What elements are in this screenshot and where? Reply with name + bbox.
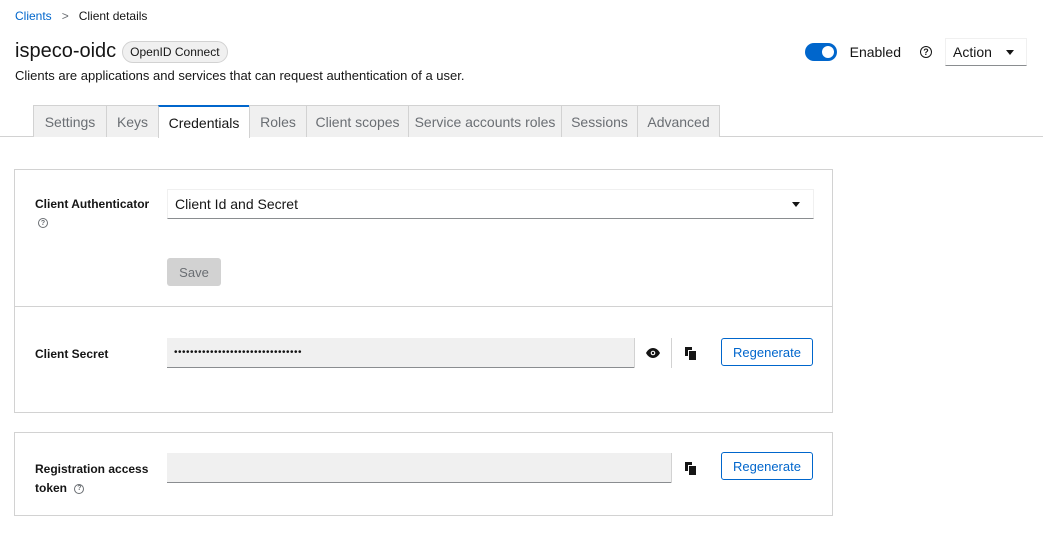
protocol-badge: OpenID Connect [122, 40, 228, 63]
copy-token-button[interactable] [671, 453, 708, 483]
help-icon[interactable]: ? [920, 46, 932, 58]
client-authenticator-label-text: Client Authenticator [35, 197, 150, 211]
tab-sessions[interactable]: Sessions [561, 105, 638, 137]
client-authenticator-value: Client Id and Secret [175, 196, 298, 212]
show-secret-button[interactable] [634, 338, 671, 368]
enabled-toggle[interactable] [804, 43, 837, 61]
save-button[interactable]: Save [167, 258, 221, 286]
regenerate-secret-button[interactable]: Regenerate [721, 338, 813, 366]
registration-token-label-line1: Registration access [35, 462, 149, 476]
copy-secret-button[interactable] [671, 338, 708, 368]
tab-bar: Settings Keys Credentials Roles Client s… [0, 105, 1043, 138]
action-dropdown[interactable]: Action [945, 38, 1027, 66]
help-icon[interactable]: ? [74, 483, 85, 494]
title-row: ispeco-oidc OpenID Connect [15, 40, 228, 63]
credentials-card: Client Authenticator ? Client Id and Sec… [14, 169, 833, 413]
header-controls: Enabled ? Action [804, 38, 1027, 66]
tab-credentials[interactable]: Credentials [158, 105, 250, 138]
breadcrumb-clients-link[interactable]: Clients [15, 9, 52, 23]
eye-icon [646, 348, 660, 358]
caret-down-icon [792, 201, 800, 207]
tab-keys[interactable]: Keys [106, 105, 159, 137]
page-subtitle: Clients are applications and services th… [15, 68, 465, 83]
client-secret-label: Client Secret [35, 347, 109, 361]
client-authenticator-label: Client Authenticator [35, 197, 149, 211]
registration-token-input[interactable] [167, 453, 671, 482]
caret-down-icon [1006, 49, 1014, 55]
client-secret-group: •••••••••••••••••••••••••••••••• [167, 338, 708, 368]
regenerate-token-button[interactable]: Regenerate [721, 452, 813, 480]
registration-token-label: Registration access token ? [35, 460, 148, 498]
breadcrumb-separator: > [61, 9, 69, 23]
section-divider [15, 306, 832, 307]
tab-roles[interactable]: Roles [249, 105, 307, 137]
client-secret-input[interactable]: •••••••••••••••••••••••••••••••• [167, 338, 634, 367]
registration-token-group [167, 453, 708, 483]
tab-settings[interactable]: Settings [33, 105, 107, 137]
copy-icon [684, 346, 696, 360]
tab-service-accounts-roles[interactable]: Service accounts roles [408, 105, 562, 137]
registration-token-card: Registration access token ? Regenerate [14, 432, 833, 516]
enabled-label: Enabled [849, 44, 901, 60]
client-authenticator-select[interactable]: Client Id and Secret [167, 189, 814, 219]
tab-advanced[interactable]: Advanced [637, 105, 720, 137]
page-title: ispeco-oidc [15, 40, 117, 62]
breadcrumb: Clients > Client details [15, 9, 147, 23]
copy-icon [684, 461, 696, 475]
tab-client-scopes[interactable]: Client scopes [306, 105, 409, 137]
breadcrumb-current: Client details [78, 9, 148, 23]
action-label: Action [953, 44, 992, 60]
help-icon[interactable]: ? [38, 218, 48, 228]
registration-token-label-line2: token [35, 481, 68, 495]
